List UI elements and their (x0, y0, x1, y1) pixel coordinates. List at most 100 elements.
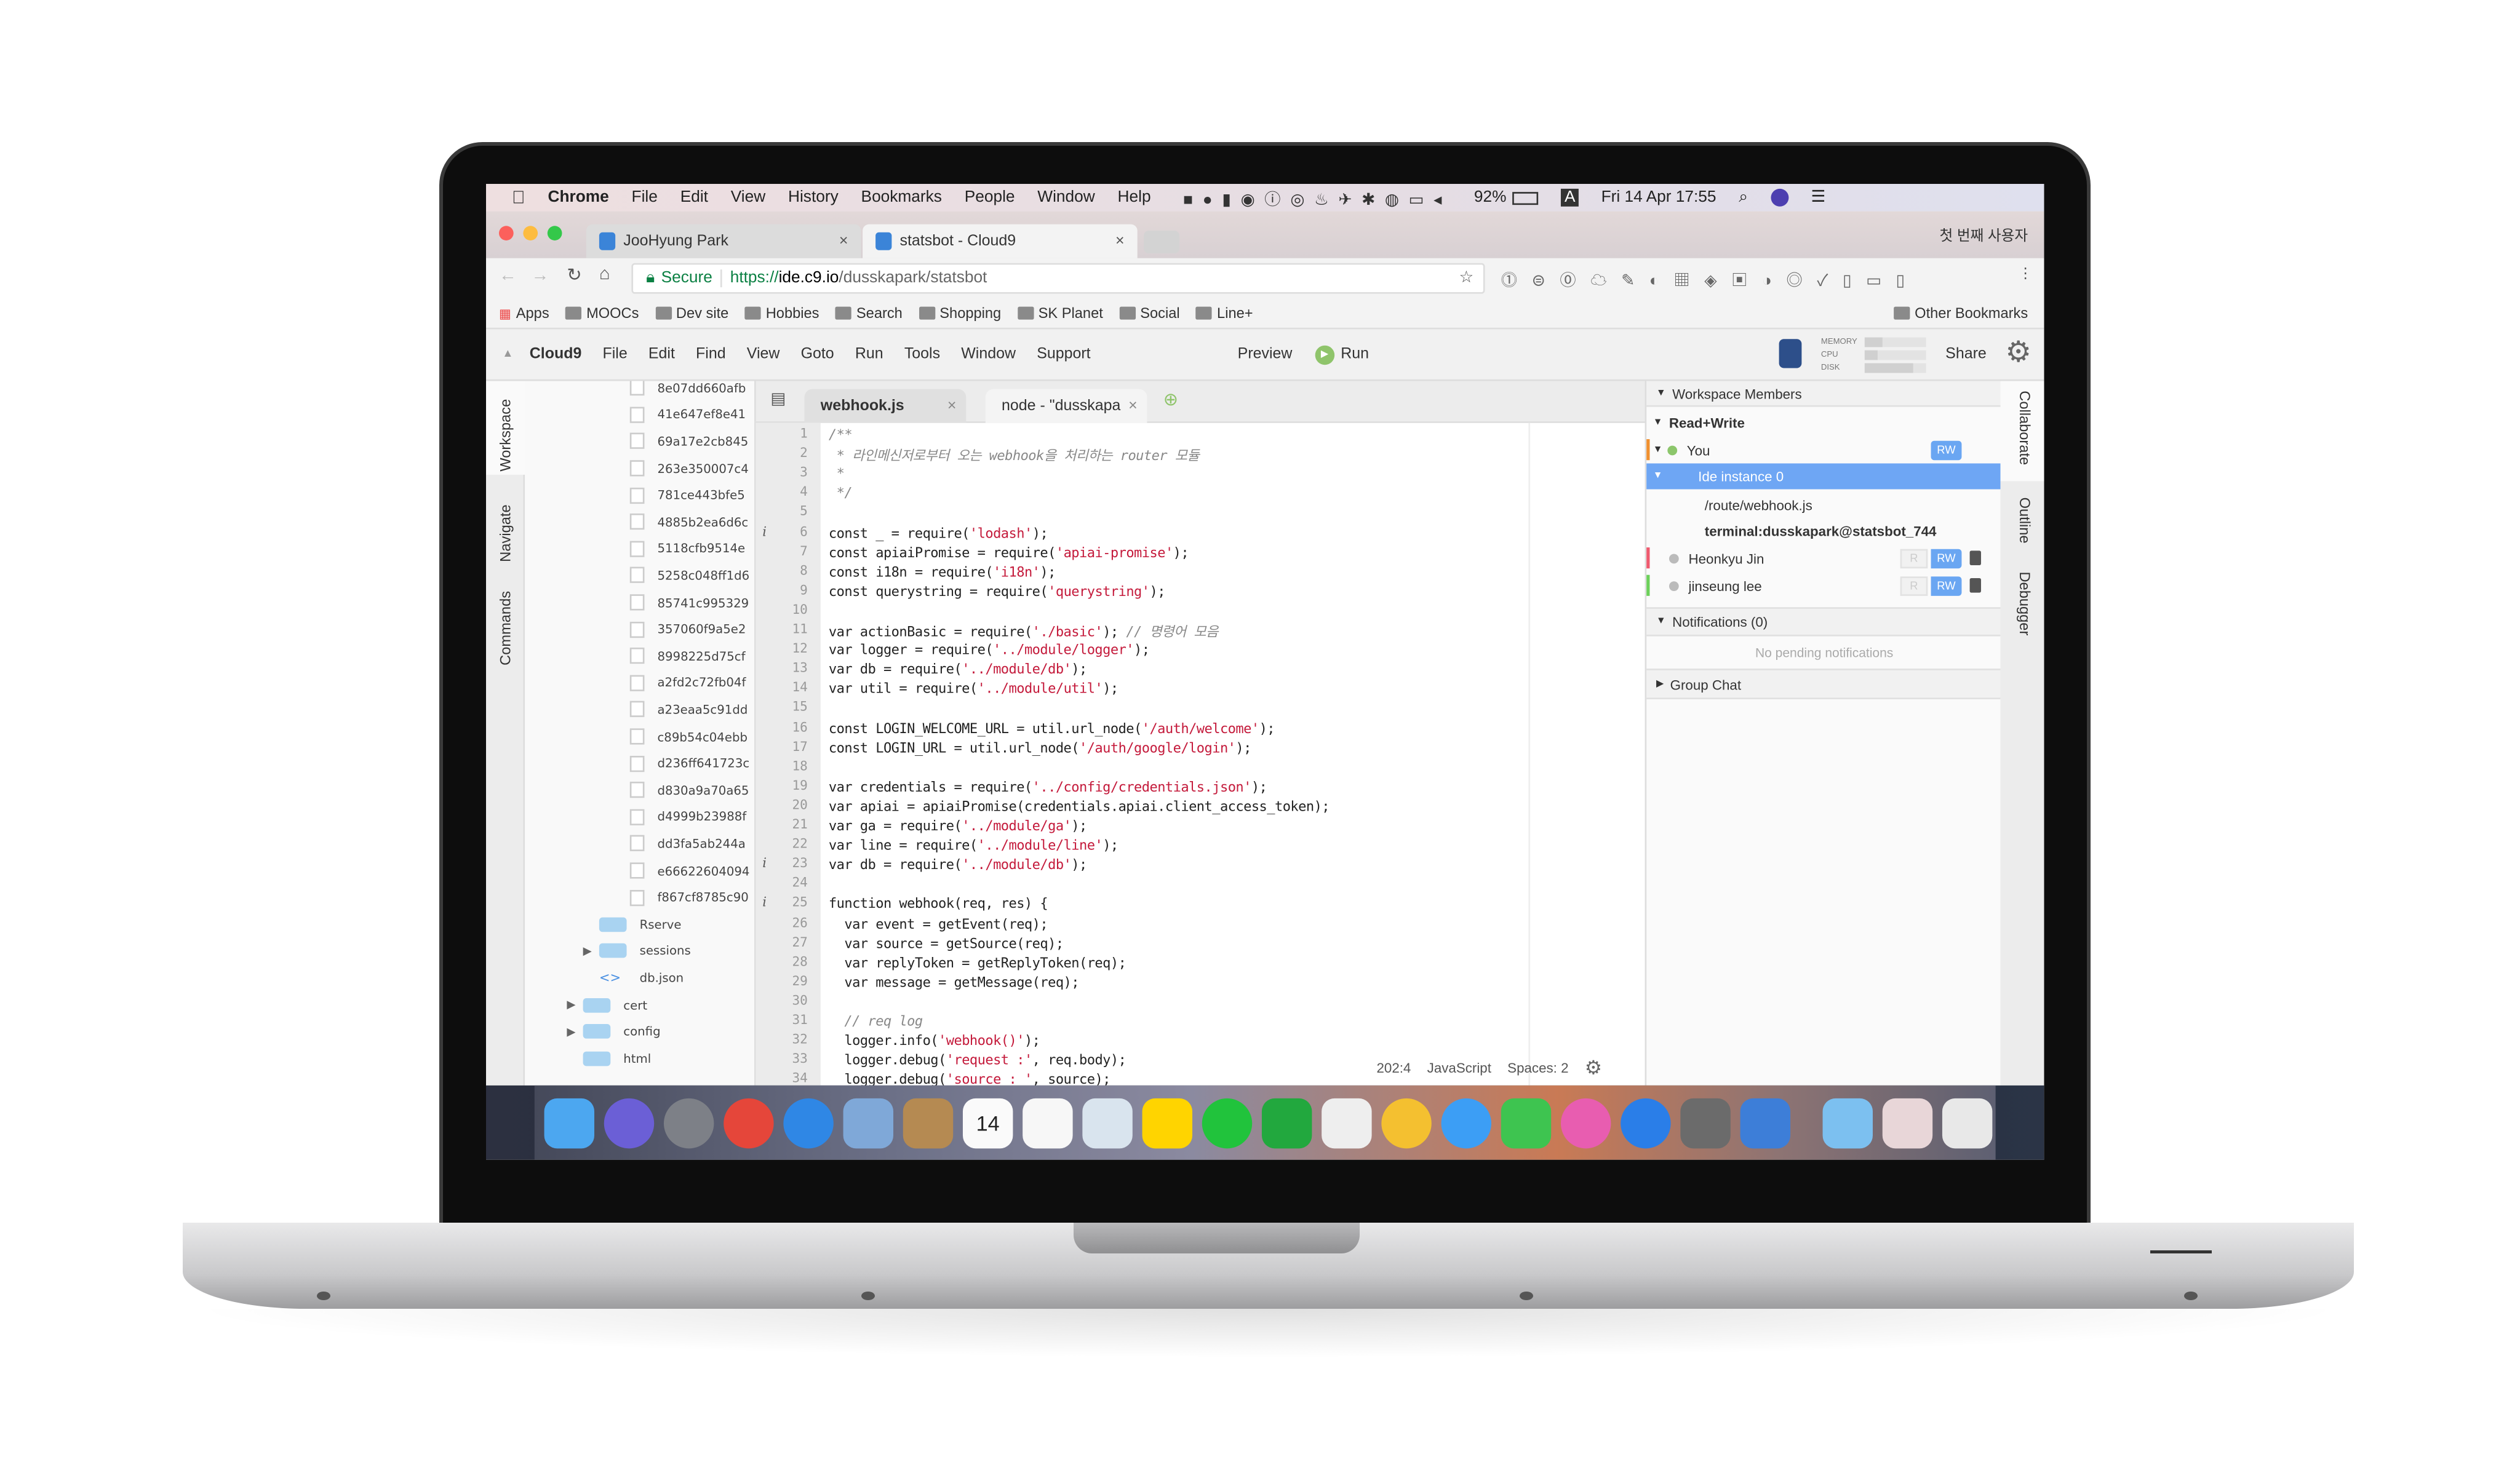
code-line[interactable]: var source = getSource(req); (829, 934, 1064, 950)
read-toggle[interactable]: R (1900, 549, 1928, 569)
code-line[interactable]: var util = require('../module/util'); (829, 680, 1118, 696)
code-line[interactable]: // req log (829, 1013, 923, 1029)
battery-icon[interactable] (1512, 191, 1539, 204)
code-line[interactable]: var message = getMessage(req); (829, 974, 1079, 990)
tab-outline[interactable]: Outline (2017, 498, 2033, 544)
preview-button[interactable]: Preview (1238, 346, 1293, 363)
bookmark-folder[interactable]: Line+ (1195, 305, 1253, 321)
code-line[interactable]: var credentials = require('../config/cre… (829, 778, 1267, 794)
app-store-icon[interactable] (1621, 1097, 1671, 1148)
code-line[interactable]: */ (829, 485, 853, 501)
avatar[interactable] (1779, 339, 1802, 368)
tab-debugger[interactable]: Debugger (2017, 571, 2033, 635)
menu-history[interactable]: History (788, 189, 839, 207)
bookmark-folder[interactable]: Dev site (655, 305, 728, 321)
info-annotation-icon[interactable]: i (762, 856, 767, 871)
share-button[interactable]: Share (1945, 346, 1987, 363)
menu-people[interactable]: People (965, 189, 1015, 207)
close-tab-icon[interactable]: × (1128, 397, 1138, 415)
c9-menu-support[interactable]: Support (1037, 346, 1090, 363)
cursor-position[interactable]: 202:4 (1376, 1060, 1411, 1076)
code-line[interactable]: logger.debug('source : ', source); (829, 1071, 1110, 1086)
c9-menu-window[interactable]: Window (961, 346, 1016, 363)
code-line[interactable]: var replyToken = getReplyToken(req); (829, 954, 1126, 970)
browser-tab-active[interactable]: statsbot - Cloud9 × (863, 224, 1138, 258)
bookmark-folder[interactable]: Search (835, 305, 903, 321)
read-write-toggle[interactable]: RW (1931, 549, 1962, 569)
c9-menu-goto[interactable]: Goto (801, 346, 834, 363)
extension-icons[interactable]: ⓵⊜⓪☁✎◐▦◈▣◑◎✓▯▭▯ (1501, 266, 1920, 290)
tab-menu-icon[interactable]: ▤ (770, 391, 786, 408)
code-line[interactable]: function webhook(req, res) { (829, 895, 1048, 911)
spotlight-icon[interactable]: ⌕ (1739, 189, 1748, 207)
code-line[interactable]: var db = require('../module/db'); (829, 661, 1087, 677)
member-you[interactable]: ▼ You RW (1646, 436, 2002, 464)
photos-icon[interactable] (1381, 1097, 1432, 1148)
c9-menu-find[interactable]: Find (696, 346, 726, 363)
menu-help[interactable]: Help (1118, 189, 1151, 207)
collapse-up-icon[interactable]: ▲ (502, 349, 513, 360)
omnibox[interactable]: 🔒︎ Secure https:// ide.c9.io /dusskapark… (631, 263, 1485, 294)
tree-file[interactable]: a23eaa5c91dd (629, 696, 748, 723)
screenshot-icon[interactable] (1882, 1097, 1933, 1148)
info-annotation-icon[interactable]: i (762, 524, 767, 539)
apple-icon[interactable]:  (512, 188, 525, 208)
code-line[interactable]: const _ = require('lodash'); (829, 524, 1048, 540)
zoom-window-button[interactable] (547, 226, 562, 240)
bookmark-apps[interactable]: ▦ Apps (499, 305, 549, 321)
code-line[interactable]: var ga = require('../module/ga'); (829, 817, 1087, 833)
tree-file[interactable]: d4999b23988f (629, 804, 746, 831)
tree-folder[interactable]: html (567, 1045, 651, 1072)
siri-icon[interactable] (604, 1097, 655, 1148)
c9-menu-file[interactable]: File (603, 346, 628, 363)
siri-icon[interactable] (1770, 188, 1788, 207)
code-line[interactable]: const querystring = require('querystring… (829, 582, 1166, 598)
facetime-icon[interactable] (1501, 1097, 1552, 1148)
tree-folder[interactable]: ▶ sessions (583, 938, 691, 965)
tree-file[interactable]: c89b54c04ebb (629, 723, 748, 750)
terminal-row[interactable]: terminal:dusskapark@statsbot_744 (1646, 518, 2002, 544)
kakaotalk-icon[interactable] (1142, 1097, 1192, 1148)
cloud9-brand[interactable]: Cloud9 (530, 346, 582, 363)
bookmark-folder[interactable]: Hobbies (744, 305, 819, 321)
tree-file[interactable]: 357060f9a5e2 (629, 616, 746, 643)
forward-icon[interactable]: → (532, 266, 549, 286)
code-line[interactable]: var line = require('../module/line'); (829, 837, 1118, 853)
info-annotation-icon[interactable]: i (762, 895, 767, 910)
c9-menu-tools[interactable]: Tools (904, 346, 940, 363)
tab-navigate[interactable]: Navigate (497, 504, 513, 562)
finder-icon[interactable] (544, 1097, 595, 1148)
group-chat-header[interactable]: ▶ Group Chat (1646, 669, 2003, 700)
tree-file[interactable]: 41e647ef8e41 (629, 402, 746, 429)
code-line[interactable]: var event = getEvent(req); (829, 915, 1048, 931)
ide-instance-row[interactable]: ▼ Ide instance 0 (1646, 463, 2003, 490)
minimize-window-button[interactable] (523, 226, 538, 240)
bookmark-star-icon[interactable]: ☆ (1459, 269, 1474, 287)
read-toggle[interactable]: R (1900, 576, 1928, 596)
tree-file[interactable]: <> db.json (583, 964, 684, 991)
bookmark-folder[interactable]: Shopping (919, 305, 1001, 321)
launchpad-icon[interactable] (663, 1097, 714, 1148)
menu-file[interactable]: File (632, 189, 658, 207)
trash-icon[interactable] (1942, 1097, 1993, 1148)
editor-tab-terminal[interactable]: node - "dusskapa × (985, 389, 1147, 423)
keynote-icon[interactable] (1740, 1097, 1790, 1148)
code-line[interactable]: var apiai = apiaiPromise(credentials.api… (829, 798, 1330, 814)
tree-file[interactable]: 8998225d75cf (629, 643, 746, 670)
c9-menu-view[interactable]: View (747, 346, 780, 363)
code-line[interactable]: const i18n = require('i18n'); (829, 563, 1056, 579)
tree-file[interactable]: 781ce443bfe5 (629, 482, 745, 509)
editor-tab-webhook[interactable]: webhook.js × (804, 389, 967, 423)
language-mode[interactable]: JavaScript (1427, 1060, 1491, 1076)
battery-percent[interactable]: 92% (1474, 189, 1507, 207)
browser-tab[interactable]: JooHyung Park × (586, 224, 861, 258)
input-source-icon[interactable]: A (1561, 188, 1579, 207)
bookmark-folder[interactable]: SK Planet (1017, 305, 1103, 321)
trash-icon[interactable] (1969, 578, 1981, 593)
tab-commands[interactable]: Commands (497, 591, 513, 665)
code-line[interactable]: logger.info('webhook()'); (829, 1032, 1040, 1048)
notifications-header[interactable]: ▼ Notifications (0) (1646, 607, 2003, 637)
line-icon[interactable] (1202, 1097, 1253, 1148)
tree-file[interactable]: 4885b2ea6d6c (629, 509, 748, 536)
code-editor[interactable]: 1 2 3 4 5 6 i 7 8 9 10 11 12 13 14 15 16 17 18 19 20 21 22 23 i 2… (756, 423, 1645, 1086)
